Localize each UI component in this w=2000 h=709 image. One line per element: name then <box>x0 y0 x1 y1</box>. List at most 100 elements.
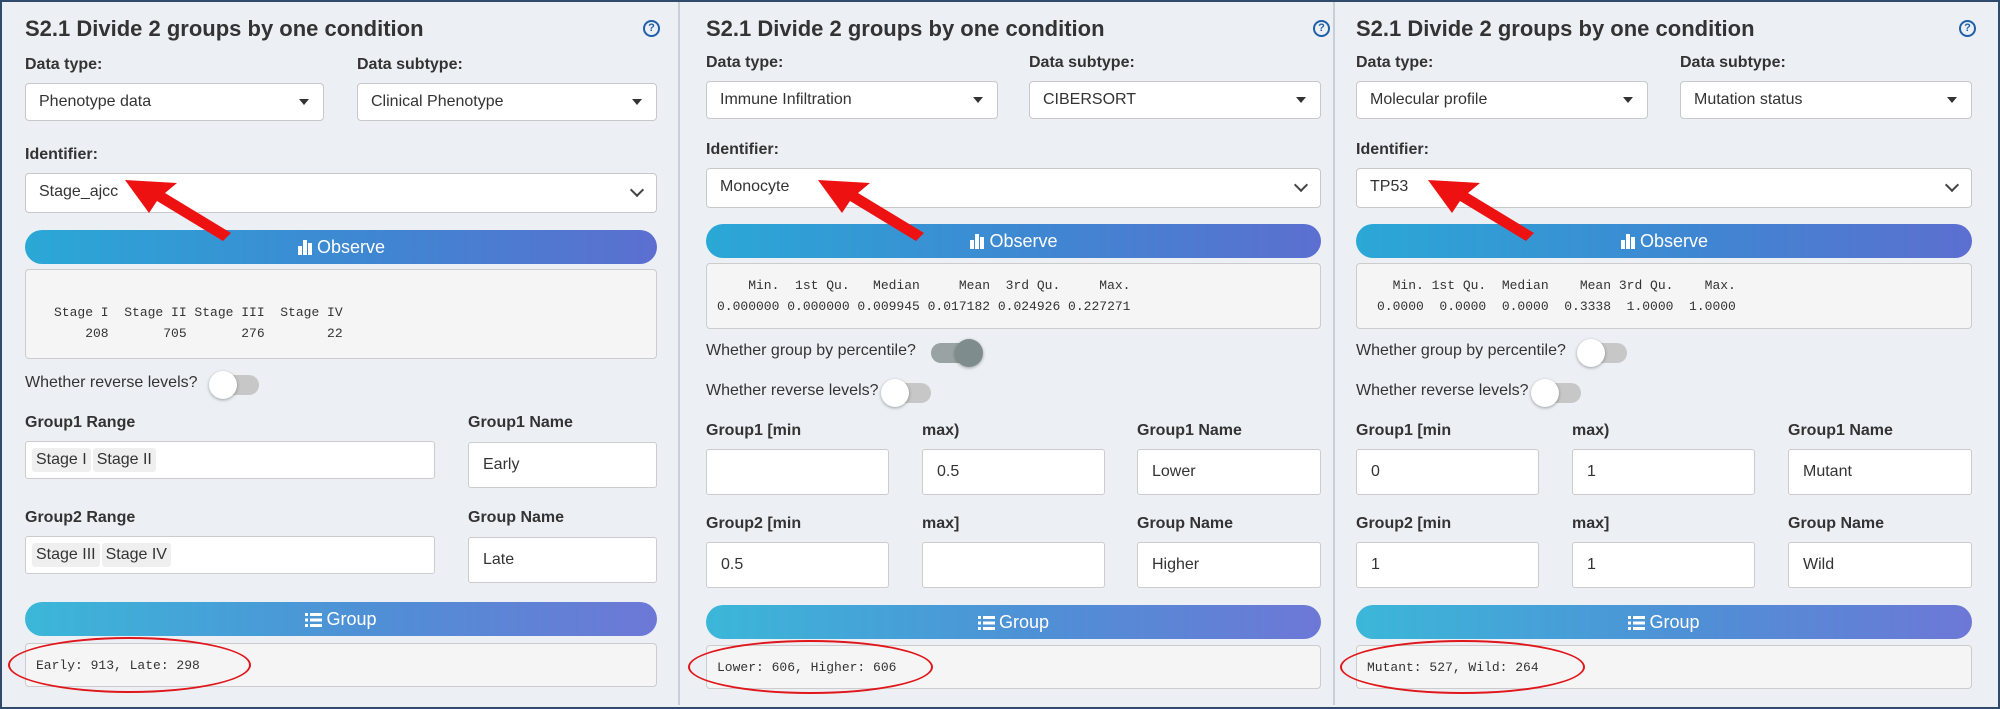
group1-max-label: max) <box>1572 422 1610 439</box>
summary-line: 0.000000 0.000000 0.009945 0.017182 0.02… <box>717 299 1131 314</box>
data-type-select[interactable]: Phenotype data <box>25 83 324 121</box>
summary-output: Min. 1st Qu. Median Mean 3rd Qu. Max. 0.0… <box>1356 263 1972 329</box>
identifier-value: Stage_ajcc <box>39 183 119 200</box>
data-subtype-value: Mutation status <box>1694 91 1803 108</box>
reverse-levels-label: Whether reverse levels? <box>706 382 879 399</box>
summary-line: Stage I Stage II Stage III Stage IV <box>54 305 343 320</box>
data-type-value: Phenotype data <box>39 93 152 110</box>
group1-name-label: Group1 Name <box>1137 422 1242 439</box>
panel-molecular-profile: S2.1 Divide 2 groups by one condition ? … <box>1335 2 1996 705</box>
reverse-levels-label: Whether reverse levels? <box>1356 382 1529 399</box>
data-type-select[interactable]: Immune Infiltration <box>706 81 998 119</box>
identifier-select[interactable]: Monocyte <box>706 168 1321 208</box>
observe-label: Observe <box>989 231 1058 251</box>
group2-range-input[interactable]: Stage III Stage IV <box>25 536 435 574</box>
chevron-down-icon <box>1293 177 1309 193</box>
group-button[interactable]: Group <box>1356 605 1972 639</box>
percentile-label: Whether group by percentile? <box>1356 342 1566 359</box>
group1-name-label: Group1 Name <box>468 414 573 431</box>
group-label: Group <box>326 609 377 629</box>
range-tag[interactable]: Stage IV <box>101 543 171 567</box>
group1-min-label: Group1 [min <box>706 422 802 439</box>
group2-max-input[interactable]: 1 <box>1572 542 1755 588</box>
data-type-value: Molecular profile <box>1370 91 1488 108</box>
percentile-label: Whether group by percentile? <box>706 342 916 359</box>
reverse-levels-toggle[interactable] <box>881 379 931 407</box>
group2-min-input[interactable]: 1 <box>1356 542 1539 588</box>
group-label: Group <box>1649 612 1700 632</box>
data-type-label: Data type: <box>1356 54 1434 71</box>
summary-output: Min. 1st Qu. Median Mean 3rd Qu. Max. 0.0… <box>706 263 1321 329</box>
group1-min-input[interactable]: 0 <box>1356 449 1539 495</box>
reverse-levels-toggle[interactable] <box>1531 379 1581 407</box>
caret-down-icon <box>1296 97 1306 103</box>
summary-line: 208 705 276 22 <box>54 326 343 341</box>
panel-title: S2.1 Divide 2 groups by one condition <box>25 16 424 41</box>
data-type-label: Data type: <box>706 54 784 71</box>
observe-label: Observe <box>1639 231 1709 251</box>
group1-max-input[interactable]: 1 <box>1572 449 1755 495</box>
group2-max-label: max] <box>922 515 960 532</box>
panel-immune-infiltration: S2.1 Divide 2 groups by one condition ? … <box>685 2 1333 705</box>
bar-chart-icon <box>1620 234 1635 249</box>
group2-name-input[interactable]: Higher <box>1137 542 1321 588</box>
red-arrow-icon <box>125 180 231 241</box>
observe-button[interactable]: Observe <box>706 224 1321 258</box>
group1-range-label: Group1 Range <box>25 414 136 431</box>
group-button[interactable]: Group <box>25 602 657 636</box>
group1-name-label: Group1 Name <box>1788 422 1893 439</box>
group1-min-input[interactable] <box>706 449 889 495</box>
toggle-knob <box>1531 379 1559 407</box>
help-icon[interactable]: ? <box>1959 20 1976 37</box>
group1-max-label: max) <box>922 422 960 439</box>
group2-name-input[interactable]: Late <box>468 537 657 583</box>
summary-line: Min. 1st Qu. Median Mean 3rd Qu. Max. <box>1377 278 1736 293</box>
data-subtype-select[interactable]: CIBERSORT <box>1029 81 1321 119</box>
reverse-levels-toggle[interactable] <box>209 371 259 399</box>
annotation-ellipse <box>1340 640 1585 694</box>
group2-range-label: Group2 Range <box>25 509 136 526</box>
percentile-toggle[interactable] <box>931 339 983 367</box>
group2-name-input[interactable]: Wild <box>1788 542 1972 588</box>
toggle-knob <box>881 379 909 407</box>
observe-button[interactable]: Observe <box>25 230 657 264</box>
help-icon[interactable]: ? <box>1313 20 1330 37</box>
data-subtype-value: Clinical Phenotype <box>371 93 504 110</box>
annotation-ellipse <box>688 640 933 694</box>
identifier-label: Identifier: <box>706 141 779 158</box>
data-type-select[interactable]: Molecular profile <box>1356 81 1648 119</box>
caret-down-icon <box>1947 97 1957 103</box>
identifier-label: Identifier: <box>25 146 98 163</box>
annotation-ellipse <box>8 637 251 693</box>
identifier-select[interactable]: Stage_ajcc <box>25 173 657 213</box>
toggle-knob <box>209 371 237 399</box>
group1-min-label: Group1 [min <box>1356 422 1452 439</box>
group2-min-input[interactable]: 0.5 <box>706 542 889 588</box>
range-tag[interactable]: Stage II <box>92 448 156 472</box>
bar-chart-icon <box>297 240 312 255</box>
group2-name-label: Group Name <box>1137 515 1234 532</box>
data-type-label: Data type: <box>25 56 103 73</box>
group1-name-input[interactable]: Lower <box>1137 449 1321 495</box>
list-icon <box>977 616 995 630</box>
list-icon <box>1628 616 1646 630</box>
range-tag[interactable]: Stage III <box>32 543 100 567</box>
group-button[interactable]: Group <box>706 605 1321 639</box>
group1-range-input[interactable]: Stage I Stage II <box>25 441 435 479</box>
caret-down-icon <box>299 99 309 105</box>
panel-title: S2.1 Divide 2 groups by one condition <box>706 16 1105 41</box>
caret-down-icon <box>1623 97 1633 103</box>
data-subtype-select[interactable]: Mutation status <box>1680 81 1972 119</box>
red-arrow-icon <box>1428 180 1534 241</box>
group1-name-input[interactable]: Mutant <box>1788 449 1972 495</box>
help-icon[interactable]: ? <box>643 20 660 37</box>
group1-name-input[interactable]: Early <box>468 442 657 488</box>
data-subtype-label: Data subtype: <box>357 56 463 73</box>
range-tag[interactable]: Stage I <box>32 448 91 472</box>
group2-name-label: Group Name <box>468 509 565 526</box>
data-subtype-select[interactable]: Clinical Phenotype <box>357 83 657 121</box>
group2-max-input[interactable] <box>922 542 1105 588</box>
bar-chart-icon <box>970 234 985 249</box>
percentile-toggle[interactable] <box>1577 339 1627 367</box>
group1-max-input[interactable]: 0.5 <box>922 449 1105 495</box>
